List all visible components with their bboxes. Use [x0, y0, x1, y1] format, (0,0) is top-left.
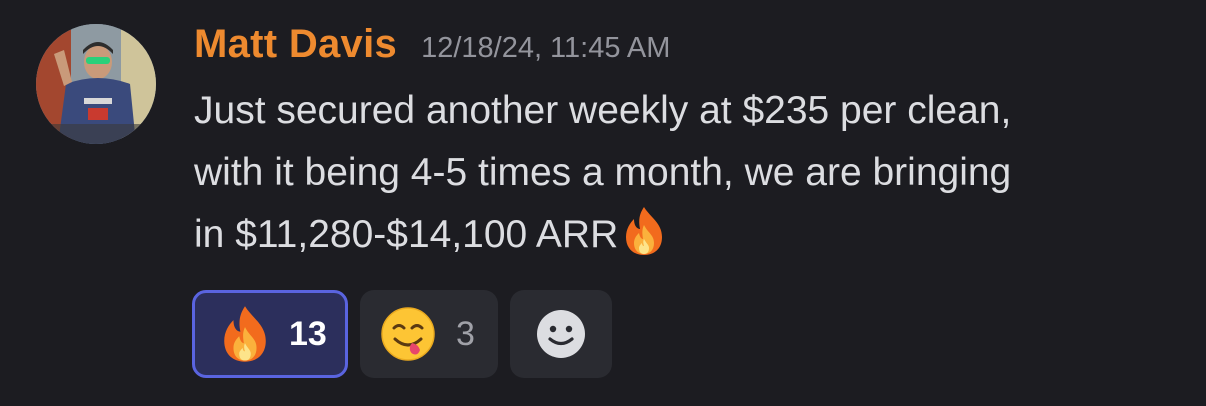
avatar[interactable] [36, 24, 156, 144]
reaction-yum[interactable]: 3 [360, 290, 498, 378]
message-content: Just secured another weekly at $235 per … [194, 80, 1194, 266]
avatar-image [36, 24, 156, 144]
fire-emoji-icon [626, 207, 663, 255]
message-line-1: Just secured another weekly at $235 per … [194, 89, 1012, 132]
add-reaction-button[interactable] [510, 290, 612, 378]
reaction-fire[interactable]: 13 [192, 290, 348, 378]
add-reaction-smiley-icon [537, 310, 585, 358]
yum-emoji-icon [381, 307, 435, 361]
reaction-count: 3 [456, 314, 475, 353]
message-header: Matt Davis 12/18/24, 11:45 AM [194, 22, 670, 72]
reactions-bar: 13 3 [192, 290, 612, 378]
timestamp: 12/18/24, 11:45 AM [421, 32, 671, 64]
fire-emoji-icon [224, 306, 266, 362]
message-line-3: in $11,280-$14,100 ARR [194, 213, 619, 256]
chat-message: Matt Davis 12/18/24, 11:45 AM Just secur… [0, 0, 1206, 406]
username[interactable]: Matt Davis [194, 22, 397, 67]
message-line-2: with it being 4-5 times a month, we are … [194, 151, 1012, 194]
reaction-count: 13 [289, 314, 327, 353]
message-line-3-wrap: in $11,280-$14,100 ARR [194, 204, 1194, 266]
